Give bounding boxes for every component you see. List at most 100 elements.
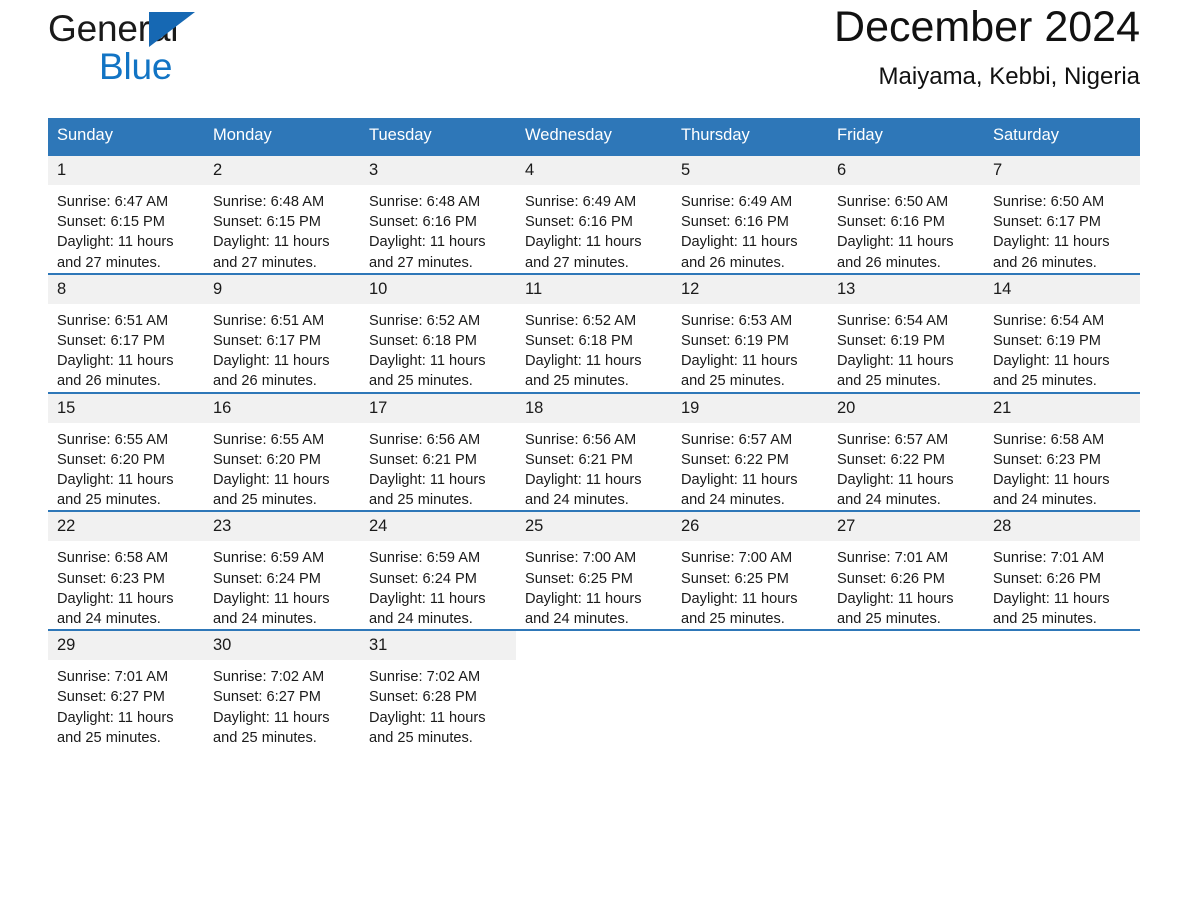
calendar-day-cell[interactable]: 18 Sunrise: 6:56 AM Sunset: 6:21 PM Dayligh… [516,391,672,512]
daylight-text-line1: Daylight: 11 hours [525,590,642,607]
sunset-text: Sunset: 6:18 PM [369,333,477,350]
sunrise-text: Sunrise: 6:55 AM [57,431,169,448]
calendar-day-cell[interactable]: 4 Sunrise: 6:49 AM Sunset: 6:16 PM Daylight… [516,154,672,274]
day-number: 23 [204,512,360,542]
calendar-day-cell[interactable]: 16 Sunrise: 6:55 AM Sunset: 6:20 PM Dayligh… [204,391,360,512]
sunset-text: Sunset: 6:20 PM [57,451,165,468]
logo-text-general: General [48,10,195,50]
calendar-day-cell[interactable]: 27 Sunrise: 7:01 AM Sunset: 6:26 PM Dayligh… [828,510,984,631]
calendar-day-cell[interactable]: 14 Sunrise: 6:54 AM Sunset: 6:19 PM Dayligh… [984,272,1140,393]
sunset-text: Sunset: 6:19 PM [681,333,789,350]
sunset-text: Sunset: 6:15 PM [213,214,321,231]
daylight-text-line2: and 27 minutes. [57,254,161,271]
day-details: Sunrise: 7:00 AM Sunset: 6:25 PM Daylight:… [516,541,672,629]
calendar-day-cell[interactable]: 31 Sunrise: 7:02 AM Sunset: 6:28 PM Dayligh… [360,629,516,749]
daylight-text-line2: and 24 minutes. [213,611,317,628]
daylight-text-line1: Daylight: 11 hours [993,234,1110,251]
day-number: 25 [516,512,672,542]
daylight-text-line2: and 27 minutes. [369,254,473,271]
day-details: Sunrise: 6:56 AM Sunset: 6:21 PM Daylight:… [360,423,516,511]
day-number: 24 [360,512,516,542]
title-block: December 2024 Maiyama, Kebbi, Nigeria [834,0,1140,91]
daylight-text-line2: and 26 minutes. [993,254,1097,271]
calendar-day-cell[interactable]: 1 Sunrise: 6:47 AM Sunset: 6:15 PM Daylight… [48,154,204,274]
sunset-text: Sunset: 6:16 PM [837,214,945,231]
daylight-text-line1: Daylight: 11 hours [525,472,642,489]
calendar-day-cell[interactable]: 11 Sunrise: 6:52 AM Sunset: 6:18 PM Dayligh… [516,272,672,393]
daylight-text-line2: and 26 minutes. [837,254,941,271]
day-number: 17 [360,393,516,423]
calendar-day-cell[interactable]: 24 Sunrise: 6:59 AM Sunset: 6:24 PM Dayligh… [360,510,516,631]
generalblue-logo[interactable]: General Blue [48,0,195,85]
calendar-day-cell[interactable]: 26 Sunrise: 7:00 AM Sunset: 6:25 PM Dayligh… [672,510,828,631]
sunrise-text: Sunrise: 7:00 AM [525,550,637,567]
day-number: 15 [48,393,204,423]
calendar-day-cell[interactable]: 3 Sunrise: 6:48 AM Sunset: 6:16 PM Daylight… [360,154,516,274]
sunrise-text: Sunrise: 6:57 AM [681,431,793,448]
calendar-day-cell[interactable]: 15 Sunrise: 6:55 AM Sunset: 6:20 PM Dayligh… [48,391,204,512]
calendar-day-cell[interactable]: 2 Sunrise: 6:48 AM Sunset: 6:15 PM Daylight… [204,154,360,274]
sunrise-text: Sunrise: 6:49 AM [681,194,793,210]
calendar-day-cell[interactable]: 28 Sunrise: 7:01 AM Sunset: 6:26 PM Dayligh… [984,510,1140,631]
calendar-day-cell[interactable]: 7 Sunrise: 6:50 AM Sunset: 6:17 PM Daylight… [984,154,1140,274]
weekday-header-saturday: Saturday [984,118,1140,155]
day-details: Sunrise: 6:50 AM Sunset: 6:17 PM Daylight:… [984,185,1140,273]
weekday-header-friday: Friday [828,118,984,155]
daylight-text-line2: and 26 minutes. [213,373,317,390]
daylight-text-line1: Daylight: 11 hours [681,590,798,607]
day-details: Sunrise: 6:48 AM Sunset: 6:15 PM Daylight:… [204,185,360,273]
daylight-text-line1: Daylight: 11 hours [369,590,486,607]
calendar-body: 1 Sunrise: 6:47 AM Sunset: 6:15 PM Daylight… [48,154,1140,749]
daylight-text-line2: and 25 minutes. [681,611,785,628]
day-number: 29 [48,631,204,661]
sunrise-text: Sunrise: 6:58 AM [993,431,1105,448]
day-details: Sunrise: 7:01 AM Sunset: 6:26 PM Daylight:… [984,541,1140,629]
calendar-week-row: 29 Sunrise: 7:01 AM Sunset: 6:27 PM Dayligh… [48,629,1140,749]
sunrise-text: Sunrise: 6:50 AM [837,194,949,210]
day-details: Sunrise: 6:52 AM Sunset: 6:18 PM Daylight:… [516,304,672,392]
day-number: 4 [516,156,672,185]
daylight-text-line1: Daylight: 11 hours [57,353,174,370]
triangle-icon [149,12,195,47]
daylight-text-line1: Daylight: 11 hours [213,709,330,726]
daylight-text-line1: Daylight: 11 hours [525,353,642,370]
sunset-text: Sunset: 6:21 PM [525,451,633,468]
sunrise-text: Sunrise: 6:52 AM [369,312,481,329]
day-number: 7 [984,156,1140,185]
calendar-day-cell[interactable]: 30 Sunrise: 7:02 AM Sunset: 6:27 PM Dayligh… [204,629,360,749]
calendar-day-cell[interactable]: 12 Sunrise: 6:53 AM Sunset: 6:19 PM Dayligh… [672,272,828,393]
day-number: 21 [984,393,1140,423]
calendar-day-cell[interactable]: 20 Sunrise: 6:57 AM Sunset: 6:22 PM Dayligh… [828,391,984,512]
weekday-header-thursday: Thursday [672,118,828,155]
sunset-text: Sunset: 6:15 PM [57,214,165,231]
daylight-text-line1: Daylight: 11 hours [369,353,486,370]
calendar-day-cell[interactable]: 6 Sunrise: 6:50 AM Sunset: 6:16 PM Daylight… [828,154,984,274]
day-number: 6 [828,156,984,185]
day-number: 13 [828,274,984,304]
calendar-day-cell[interactable]: 17 Sunrise: 6:56 AM Sunset: 6:21 PM Dayligh… [360,391,516,512]
sunset-text: Sunset: 6:24 PM [213,570,321,587]
calendar-day-cell[interactable]: 9 Sunrise: 6:51 AM Sunset: 6:17 PM Daylight… [204,272,360,393]
day-details: Sunrise: 6:54 AM Sunset: 6:19 PM Daylight:… [828,304,984,392]
calendar-day-cell[interactable]: 21 Sunrise: 6:58 AM Sunset: 6:23 PM Dayligh… [984,391,1140,512]
daylight-text-line2: and 25 minutes. [993,373,1097,390]
day-details: Sunrise: 7:01 AM Sunset: 6:27 PM Daylight:… [48,660,204,748]
calendar-day-cell[interactable]: 22 Sunrise: 6:58 AM Sunset: 6:23 PM Dayligh… [48,510,204,631]
day-details: Sunrise: 6:59 AM Sunset: 6:24 PM Daylight:… [204,541,360,629]
calendar-day-cell[interactable]: 25 Sunrise: 7:00 AM Sunset: 6:25 PM Dayligh… [516,510,672,631]
sunset-text: Sunset: 6:16 PM [525,214,633,231]
daylight-text-line1: Daylight: 11 hours [213,590,330,607]
weekday-header-monday: Monday [204,118,360,155]
calendar-page: General Blue December 2024 Maiyama, Kebb… [0,0,1188,918]
calendar-day-cell[interactable]: 13 Sunrise: 6:54 AM Sunset: 6:19 PM Dayligh… [828,272,984,393]
daylight-text-line2: and 25 minutes. [213,729,317,746]
calendar-day-cell[interactable]: 19 Sunrise: 6:57 AM Sunset: 6:22 PM Dayligh… [672,391,828,512]
day-number: 20 [828,393,984,423]
calendar-day-cell[interactable]: 8 Sunrise: 6:51 AM Sunset: 6:17 PM Daylight… [48,272,204,393]
calendar-day-cell[interactable]: 29 Sunrise: 7:01 AM Sunset: 6:27 PM Dayligh… [48,629,204,749]
daylight-text-line2: and 24 minutes. [525,611,629,628]
calendar-day-cell[interactable]: 23 Sunrise: 6:59 AM Sunset: 6:24 PM Dayligh… [204,510,360,631]
sunrise-text: Sunrise: 6:48 AM [213,194,325,210]
calendar-day-cell[interactable]: 10 Sunrise: 6:52 AM Sunset: 6:18 PM Dayligh… [360,272,516,393]
calendar-day-cell[interactable]: 5 Sunrise: 6:49 AM Sunset: 6:16 PM Daylight… [672,154,828,274]
